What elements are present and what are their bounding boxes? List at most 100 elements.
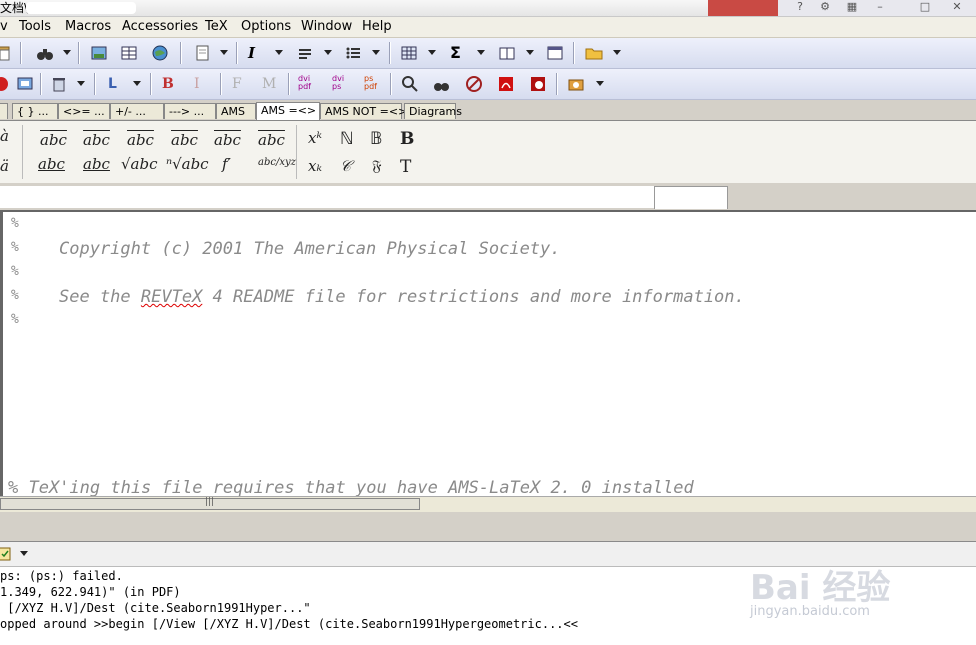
gear-icon[interactable]: ⚙ xyxy=(815,0,835,14)
matrix-icon[interactable] xyxy=(400,44,418,62)
acrobat-icon[interactable] xyxy=(497,75,515,93)
symbol-overbrace[interactable]: abc xyxy=(258,131,285,149)
tab-diagrams[interactable]: Diagrams xyxy=(404,103,462,119)
tab-braces[interactable]: { } ... xyxy=(12,103,58,119)
symbol-overline[interactable]: abc xyxy=(214,131,241,149)
window-icon[interactable] xyxy=(546,44,564,62)
symbol-prime[interactable]: f′ xyxy=(222,155,231,173)
symbol-underbrace[interactable]: abc xyxy=(38,155,65,173)
symbol-mathrm-t[interactable]: T xyxy=(400,157,411,177)
table-icon[interactable] xyxy=(120,44,138,62)
symbol-subscript[interactable]: xₖ xyxy=(308,157,322,175)
symbol-mathfrak-f[interactable]: 𝔉 xyxy=(372,157,382,175)
symbol-underline[interactable]: abc xyxy=(83,155,110,173)
folder-icon[interactable] xyxy=(585,44,603,62)
log-line: [/XYZ H.V]/Dest (cite.Seaborn1991Hyper..… xyxy=(0,601,311,615)
menu-options[interactable]: Options xyxy=(241,19,291,34)
settings-icon[interactable] xyxy=(567,75,585,93)
readme-line: See the REVTeX 4 README file for restric… xyxy=(59,287,745,307)
screen-icon[interactable] xyxy=(16,75,34,93)
italic-style-icon[interactable]: I xyxy=(248,44,266,62)
symbol-fraction[interactable]: abc/xyz xyxy=(258,157,296,168)
watermark-url: jingyan.baidu.com xyxy=(750,604,870,619)
tab-document-active[interactable] xyxy=(654,186,728,209)
maximize-button[interactable]: □ xyxy=(915,0,935,14)
sigma-icon[interactable]: Σ xyxy=(450,44,468,62)
globe-icon[interactable] xyxy=(151,44,169,62)
tex-requirement-line: % TeX'ing this file requires that you ha… xyxy=(8,478,694,496)
dvi-pdf-button[interactable]: dvi pdf xyxy=(298,75,318,93)
dvi-ps-label: dvi ps xyxy=(332,74,345,91)
menu-window[interactable]: Window xyxy=(301,19,352,34)
symbol-widetilde[interactable]: abc xyxy=(40,131,67,149)
readme-prefix: See the xyxy=(59,287,141,307)
menu-help[interactable]: Help xyxy=(362,19,392,34)
redacted-title xyxy=(26,2,136,14)
binoculars-icon[interactable] xyxy=(36,44,54,62)
dvi-ps-button[interactable]: dvi ps xyxy=(332,75,352,93)
menu-tools[interactable]: Tools xyxy=(19,19,51,34)
pdf-search-icon[interactable] xyxy=(529,75,547,93)
tab-accents[interactable] xyxy=(0,103,8,119)
font-button[interactable]: F xyxy=(232,75,250,93)
symbol-mathcal-c[interactable]: 𝒞 xyxy=(340,157,351,175)
pane-splitter[interactable] xyxy=(0,512,976,542)
symbol-panel: à ä abc abc abc abc abc abc abc abc √abc… xyxy=(0,120,976,183)
window-close-button[interactable]: ✕ xyxy=(945,0,969,14)
dvi-viewer-icon[interactable] xyxy=(401,75,419,93)
tab-ams[interactable]: AMS xyxy=(216,103,256,119)
ps-viewer-icon[interactable] xyxy=(465,75,483,93)
comment-marker: % xyxy=(11,264,19,279)
symbol-superscript[interactable]: xᵏ xyxy=(308,129,322,147)
log-icon[interactable] xyxy=(0,545,14,563)
tab-ams-not[interactable]: AMS NOT =<> xyxy=(320,103,407,119)
tab-relations[interactable]: <>= ... xyxy=(58,103,110,119)
math-button[interactable]: M xyxy=(262,75,280,93)
tab-operators[interactable]: +/- ... xyxy=(110,103,164,119)
comment-marker: % xyxy=(11,288,19,303)
symbol-grave[interactable]: à xyxy=(0,127,9,145)
symbol-overrightarrow[interactable]: abc xyxy=(171,131,198,149)
bullet-list-icon[interactable] xyxy=(344,44,362,62)
italic-button[interactable]: I xyxy=(194,75,212,93)
trash-icon[interactable] xyxy=(50,75,68,93)
image-icon[interactable] xyxy=(90,44,108,62)
editor-pane[interactable]: % % Copyright (c) 2001 The American Phys… xyxy=(0,210,976,496)
close-button[interactable] xyxy=(708,0,778,16)
symbol-nth-root[interactable]: ⁿ√abc xyxy=(166,155,209,173)
menu-view[interactable]: v xyxy=(0,19,8,34)
symbol-sqrt[interactable]: √abc xyxy=(121,155,158,173)
menu-macros[interactable]: Macros xyxy=(65,19,111,34)
document-icon[interactable] xyxy=(193,44,211,62)
menu-accessories[interactable]: Accessories xyxy=(122,19,198,34)
symbol-mathbb-b[interactable]: 𝔹 xyxy=(370,129,382,149)
symbol-umlaut[interactable]: ä xyxy=(0,157,9,175)
ps-pdf-button[interactable]: ps pdf xyxy=(364,75,384,93)
paste-icon[interactable] xyxy=(0,44,12,62)
symbol-tab-row: { } ... <>= ... +/- ... ---> ... AMS AMS… xyxy=(0,100,976,120)
symbol-overleftarrow[interactable]: abc xyxy=(127,131,154,149)
scrollbar-grip-icon: ||| xyxy=(205,497,215,507)
symbol-widehat[interactable]: abc xyxy=(83,131,110,149)
latex-button[interactable]: L xyxy=(108,75,126,93)
symbol-mathbb-n[interactable]: ℕ xyxy=(340,129,354,149)
symbol-mathbf-b[interactable]: B xyxy=(400,129,414,149)
tab-ams-relations[interactable]: AMS =<> xyxy=(256,102,320,120)
menu-tex[interactable]: TeX xyxy=(205,19,228,34)
log-line: 1.349, 622.941)" (in PDF) xyxy=(0,585,181,599)
stop-icon[interactable] xyxy=(0,75,10,93)
help-icon[interactable]: ? xyxy=(790,0,810,14)
paragraph-icon[interactable] xyxy=(296,44,314,62)
dvi-pdf-label: dvi pdf xyxy=(298,74,311,91)
minimize-button[interactable]: – xyxy=(870,0,890,14)
horizontal-scrollbar[interactable]: ||| xyxy=(0,496,976,512)
bold-button[interactable]: B xyxy=(162,75,180,93)
log-line: opped around >>begin [/View [/XYZ H.V]/D… xyxy=(0,617,578,631)
book-icon[interactable] xyxy=(498,44,516,62)
log-dropdown-icon[interactable] xyxy=(20,551,28,556)
dvi-search-icon[interactable] xyxy=(432,75,450,93)
spellcheck-word: REVTeX xyxy=(140,287,203,307)
tab-document-1[interactable] xyxy=(0,186,654,208)
tab-arrows[interactable]: ---> ... xyxy=(164,103,216,119)
grid-icon[interactable]: ▦ xyxy=(842,0,862,14)
